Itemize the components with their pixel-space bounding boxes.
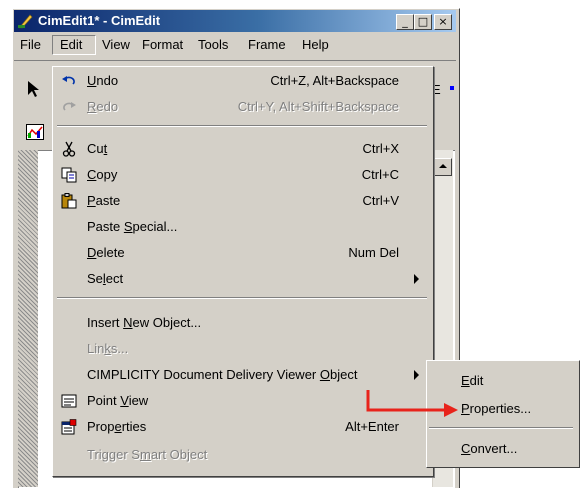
menu-item-label: Properties: [87, 419, 147, 434]
canvas-left-border: [18, 150, 38, 487]
menu-item-shortcut: Ctrl+Z, Alt+Backspace: [270, 73, 399, 88]
properties-icon: [61, 419, 77, 435]
select-arrow-icon[interactable]: [26, 80, 42, 98]
menu-separator: [57, 297, 427, 299]
menu-item-properties[interactable]: Properties Alt+Enter: [53, 415, 431, 439]
menu-item-undo[interactable]: Undo Ctrl+Z, Alt+Backspace: [53, 69, 431, 93]
menu-item-label: Delete: [87, 245, 125, 260]
menu-item-label: Undo: [87, 73, 119, 88]
menu-item-label: Point View: [87, 393, 149, 408]
menu-item-shortcut: Ctrl+Y, Alt+Shift+Backspace: [237, 99, 399, 114]
menu-item-label: Convert...: [461, 441, 518, 456]
menu-item-paste-special[interactable]: Paste Special...: [53, 215, 431, 239]
title-bar[interactable]: CimEdit1* - CimEdit _ □ ×: [14, 10, 456, 32]
menu-item-insert-new-object[interactable]: Insert New Object...: [53, 311, 431, 335]
menu-frame[interactable]: Frame: [248, 37, 286, 52]
menu-separator: [429, 427, 573, 429]
menu-item-label: Properties...: [461, 401, 532, 416]
submenu-arrow-icon: [414, 370, 419, 380]
menu-item-shortcut: Num Del: [348, 245, 399, 260]
menu-item-shortcut: Ctrl+C: [361, 167, 399, 182]
menu-item-label: Paste Special...: [87, 219, 178, 234]
menu-item-cimplicity-viewer-object[interactable]: CIMPLICITY Document Delivery Viewer Obje…: [53, 363, 431, 387]
menu-item-trigger-smart-object[interactable]: Trigger Smart Object: [53, 443, 431, 467]
menu-edit[interactable]: Edit: [60, 37, 82, 52]
menu-item-shortcut: Alt+Enter: [345, 419, 399, 434]
minimize-button[interactable]: _: [396, 14, 414, 30]
menu-item-label: Copy: [87, 167, 118, 182]
menu-item-label: Links...: [87, 341, 129, 356]
menu-tools[interactable]: Tools: [198, 37, 228, 52]
menu-view[interactable]: View: [102, 37, 130, 52]
submenu-item-convert[interactable]: Convert...: [427, 437, 577, 461]
close-icon: ×: [438, 15, 448, 28]
submenu-arrow-icon: [414, 274, 419, 284]
copy-icon: [61, 167, 77, 183]
menu-help[interactable]: Help: [302, 37, 329, 52]
red-annotation-arrow: [360, 388, 460, 418]
menu-item-delete[interactable]: Delete Num Del: [53, 241, 431, 265]
menu-item-links[interactable]: Links...: [53, 337, 431, 361]
menu-format[interactable]: Format: [142, 37, 183, 52]
menu-bar: File Edit View Format Tools Frame Help: [14, 34, 456, 56]
close-button[interactable]: ×: [434, 14, 452, 30]
menu-item-label: Cut: [87, 141, 108, 156]
chart-tool-icon[interactable]: [26, 124, 44, 140]
window-title: CimEdit1* - CimEdit: [38, 13, 161, 28]
menu-item-copy[interactable]: Copy Ctrl+C: [53, 163, 431, 187]
menu-item-select[interactable]: Select: [53, 267, 431, 291]
menu-file[interactable]: File: [20, 37, 41, 52]
scissors-icon: [61, 141, 77, 157]
maximize-button[interactable]: □: [414, 14, 432, 30]
menu-item-label: Insert New Object...: [87, 315, 202, 330]
menu-item-paste[interactable]: Paste Ctrl+V: [53, 189, 431, 213]
cimedit-app-icon: [18, 13, 34, 29]
paste-icon: [61, 193, 77, 209]
menu-item-label: Edit: [461, 373, 484, 388]
menu-item-label: Trigger Smart Object: [87, 447, 208, 462]
undo-icon: [61, 73, 77, 89]
scroll-up-button[interactable]: [434, 158, 452, 176]
menu-item-label: CIMPLICITY Document Delivery Viewer Obje…: [87, 367, 358, 382]
menu-item-cut[interactable]: Cut Ctrl+X: [53, 137, 431, 161]
menu-item-label: Select: [87, 271, 124, 286]
menu-item-label: Paste: [87, 193, 121, 208]
menu-separator: [57, 125, 427, 127]
menu-item-shortcut: Ctrl+X: [362, 141, 399, 156]
toolbar-blue-marker: [450, 86, 454, 90]
redo-icon: [61, 99, 77, 115]
menu-item-label: Redo: [87, 99, 119, 114]
minimize-icon: _: [402, 15, 408, 28]
menu-item-redo[interactable]: Redo Ctrl+Y, Alt+Shift+Backspace: [53, 95, 431, 119]
menu-item-shortcut: Ctrl+V: [362, 193, 399, 208]
scroll-up-icon: [439, 164, 447, 168]
point-view-icon: [61, 393, 77, 409]
maximize-icon: □: [417, 15, 429, 28]
